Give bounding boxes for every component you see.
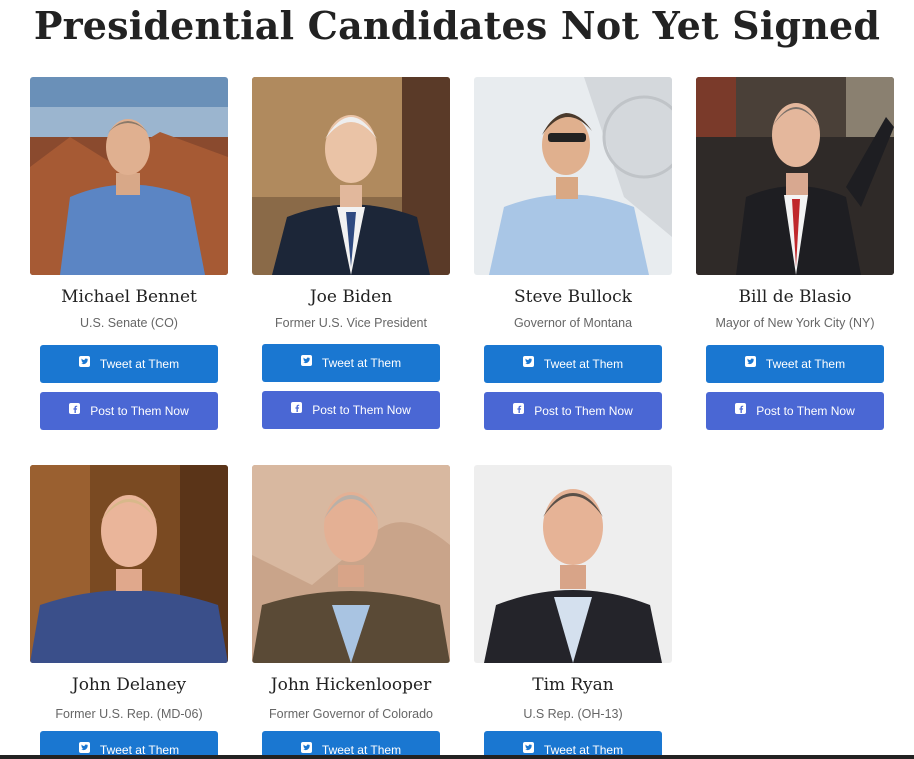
candidate-name: Joe Biden [309, 287, 393, 307]
candidate-card-ryan: Tim Ryan U.S Rep. (OH-13) Tweet at Them [474, 465, 672, 759]
candidate-photo-image [474, 77, 672, 275]
candidate-photo [696, 77, 894, 275]
post-button-label: Post to Them Now [534, 404, 633, 418]
post-button-label: Post to Them Now [756, 404, 855, 418]
candidate-name: Tim Ryan [532, 675, 614, 695]
page-divider [0, 755, 914, 759]
twitter-icon [744, 355, 756, 367]
candidate-card-bullock: Steve Bullock Governor of Montana Tweet … [474, 77, 672, 430]
candidate-card-biden: Joe Biden Former U.S. Vice President Twe… [252, 77, 450, 429]
candidate-photo [252, 77, 450, 275]
candidate-photo [474, 465, 672, 663]
post-button[interactable]: Post to Them Now [262, 391, 440, 429]
tweet-button-label: Tweet at Them [543, 357, 624, 371]
post-button-label: Post to Them Now [90, 404, 189, 418]
tweet-button[interactable]: Tweet at Them [706, 345, 884, 383]
candidate-name: Steve Bullock [514, 287, 632, 307]
tweet-button-label: Tweet at Them [765, 357, 846, 371]
twitter-icon [78, 741, 90, 753]
page-title: Presidential Candidates Not Yet Signed [33, 3, 881, 48]
candidate-photo-image [474, 465, 672, 663]
tweet-button[interactable]: Tweet at Them [262, 344, 440, 382]
candidate-name: John Delaney [71, 675, 187, 695]
candidate-card-hickenlooper: John Hickenlooper Former Governor of Col… [252, 465, 450, 759]
candidate-role: Mayor of New York City (NY) [715, 316, 875, 330]
facebook-icon [513, 402, 525, 414]
post-button-label: Post to Them Now [312, 403, 411, 417]
candidate-card-bennet: Michael Bennet U.S. Senate (CO) Tweet at… [30, 77, 228, 430]
candidate-photo-image [252, 465, 450, 663]
candidate-photo [252, 465, 450, 663]
candidate-name: John Hickenlooper [270, 675, 432, 695]
candidate-photo-image [252, 77, 450, 275]
tweet-button-label: Tweet at Them [99, 357, 180, 371]
candidate-role: Governor of Montana [513, 316, 633, 330]
tweet-button-label: Tweet at Them [321, 356, 402, 370]
post-button[interactable]: Post to Them Now [484, 392, 662, 430]
twitter-icon [78, 355, 90, 367]
candidate-role: Former U.S. Vice President [275, 316, 427, 330]
candidate-role: U.S Rep. (OH-13) [523, 707, 623, 721]
candidate-photo-image [30, 77, 228, 275]
candidate-photo [30, 465, 228, 663]
candidate-role: U.S. Senate (CO) [80, 316, 178, 330]
facebook-icon [291, 401, 303, 413]
candidate-card-de-blasio: Bill de Blasio Mayor of New York City (N… [696, 77, 894, 430]
twitter-icon [300, 354, 312, 366]
candidate-photo-image [30, 465, 228, 663]
candidate-photo [474, 77, 672, 275]
post-button[interactable]: Post to Them Now [40, 392, 218, 430]
candidate-role: Former Governor of Colorado [269, 707, 433, 721]
candidate-name: Michael Bennet [61, 287, 197, 307]
candidate-role: Former U.S. Rep. (MD-06) [55, 707, 203, 721]
facebook-icon [69, 402, 81, 414]
candidate-name: Bill de Blasio [738, 287, 852, 307]
tweet-button[interactable]: Tweet at Them [40, 345, 218, 383]
post-button[interactable]: Post to Them Now [706, 392, 884, 430]
candidate-photo-image [696, 77, 894, 275]
twitter-icon [522, 741, 534, 753]
twitter-icon [300, 741, 312, 753]
facebook-icon [735, 402, 747, 414]
candidate-card-delaney: John Delaney Former U.S. Rep. (MD-06) Tw… [30, 465, 228, 759]
tweet-button[interactable]: Tweet at Them [484, 345, 662, 383]
twitter-icon [522, 355, 534, 367]
candidate-photo [30, 77, 228, 275]
